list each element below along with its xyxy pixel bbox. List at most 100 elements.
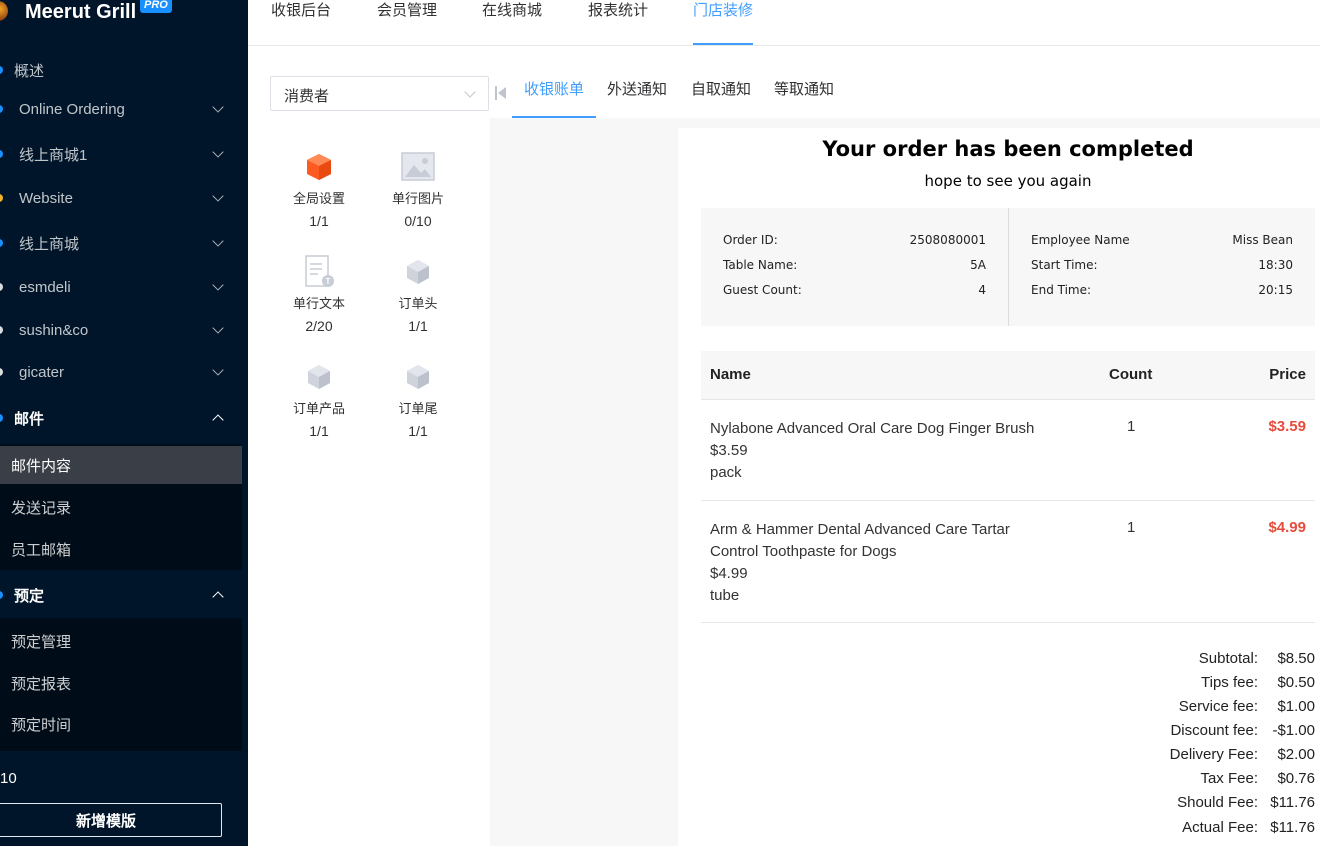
item-unit-price: $3.59 xyxy=(710,442,748,459)
end-time-label: End Time: xyxy=(1031,283,1092,297)
sidebar-item-label: 概述 xyxy=(14,62,45,80)
column-name: Name xyxy=(710,366,751,383)
chevron-down-icon xyxy=(212,322,224,334)
fee-value: $2.00 xyxy=(1277,746,1315,763)
sidebar-subitem-label: 预定时间 xyxy=(11,716,72,734)
store-icon xyxy=(0,368,3,376)
pro-badge: PRO xyxy=(140,0,172,13)
sidebar-group-reserve[interactable]: 预定 xyxy=(0,575,248,615)
sidebar-subitem-mail-content[interactable]: 邮件内容 xyxy=(0,446,242,484)
topnav-members[interactable]: 会员管理 xyxy=(377,0,437,22)
chevron-down-icon xyxy=(212,101,224,113)
order-id-value: 2508080001 xyxy=(909,233,986,247)
topnav-store-decoration[interactable]: 门店装修 xyxy=(693,0,754,45)
component-order-footer[interactable]: 订单尾 1/1 xyxy=(378,360,458,439)
sidebar-item-online-mall[interactable]: 线上商城 xyxy=(0,223,248,263)
globe-icon xyxy=(0,194,3,202)
new-template-button[interactable]: 新增模版 xyxy=(0,803,222,837)
chevron-down-icon xyxy=(464,86,476,98)
chevron-down-icon xyxy=(212,190,224,202)
dashboard-icon xyxy=(0,66,3,74)
sidebar-group-label: 邮件 xyxy=(14,410,45,428)
component-name: 单行图片 xyxy=(391,191,444,206)
table-name-label: Table Name: xyxy=(723,258,798,272)
cube-gray-icon xyxy=(401,360,435,394)
component-single-image[interactable]: 单行图片 0/10 xyxy=(378,150,458,229)
fee-label: Should Fee: xyxy=(1177,794,1258,811)
component-name: 单行文本 xyxy=(292,296,345,311)
sidebar-item-esmdeli[interactable]: esmdeli xyxy=(0,267,248,307)
guest-count-value: 4 xyxy=(978,283,986,297)
component-count: 0/10 xyxy=(404,213,432,229)
start-time-label: Start Time: xyxy=(1031,258,1098,272)
item-price: $3.59 xyxy=(1268,418,1306,435)
component-single-text[interactable]: T 单行文本 2/20 xyxy=(279,255,359,334)
sidebar-subitem-send-records[interactable]: 发送记录 xyxy=(0,488,242,526)
component-name: 订单尾 xyxy=(398,401,438,416)
fee-row-tips: Tips fee: $0.50 xyxy=(1108,674,1315,698)
fee-value: $8.50 xyxy=(1277,650,1315,667)
sidebar-subitem-reserve-manage[interactable]: 预定管理 xyxy=(0,622,242,660)
tab-pickup-notice[interactable]: 自取通知 xyxy=(679,70,763,118)
tab-scroll-prev-icon[interactable] xyxy=(495,86,507,100)
tab-waiting-notice[interactable]: 等取通知 xyxy=(762,70,846,118)
fee-value: -$1.00 xyxy=(1272,722,1315,739)
sidebar-item-sushinco[interactable]: sushin&co xyxy=(0,310,248,350)
item-details: Nylabone Advanced Oral Care Dog Finger B… xyxy=(710,418,1050,484)
order-id-label: Order ID: xyxy=(723,233,778,247)
table-row: Nylabone Advanced Oral Care Dog Finger B… xyxy=(701,401,1315,501)
sidebar-subitem-label: 员工邮箱 xyxy=(11,541,72,559)
guest-count-label: Guest Count: xyxy=(723,283,802,297)
chevron-down-icon xyxy=(212,364,224,376)
fee-label: Delivery Fee: xyxy=(1169,746,1258,763)
consumer-select[interactable]: 消费者 xyxy=(270,76,489,111)
sidebar-subitem-label: 邮件内容 xyxy=(11,457,72,475)
component-order-products[interactable]: 订单产品 1/1 xyxy=(279,360,359,439)
sidebar-item-overview[interactable]: 概述 xyxy=(0,50,248,90)
sidebar-item-online-mall-1[interactable]: 线上商城1 xyxy=(0,134,248,174)
mail-icon xyxy=(0,414,3,422)
tab-delivery-notice[interactable]: 外送通知 xyxy=(595,70,679,118)
reserve-submenu: 预定管理 预定报表 预定时间 xyxy=(0,618,242,751)
sidebar-item-label: 线上商城 xyxy=(19,235,80,253)
component-order-header[interactable]: 订单头 1/1 xyxy=(378,255,458,334)
items-table-header: Name Count Price xyxy=(701,351,1315,400)
fee-value: $11.76 xyxy=(1270,794,1315,811)
brand: Meerut Grill PRO xyxy=(0,0,248,26)
topnav-cashier[interactable]: 收银后台 xyxy=(271,0,331,22)
sidebar-item-label: 线上商城1 xyxy=(19,146,88,164)
sidebar-group-label: 预定 xyxy=(14,587,45,605)
column-count: Count xyxy=(1109,366,1153,383)
brand-logo xyxy=(0,1,8,21)
svg-text:T: T xyxy=(326,277,331,286)
topnav-reports[interactable]: 报表统计 xyxy=(588,0,648,22)
brand-name: Meerut Grill xyxy=(25,1,137,23)
cube-orange-icon xyxy=(302,150,336,184)
sidebar-group-mail[interactable]: 邮件 xyxy=(0,398,248,438)
item-unit: tube xyxy=(710,587,740,604)
consumer-select-value: 消费者 xyxy=(284,88,330,105)
receipt-preview[interactable]: Your order has been completed hope to se… xyxy=(678,128,1320,846)
chevron-up-icon xyxy=(212,414,224,426)
topnav-online-mall[interactable]: 在线商城 xyxy=(482,0,542,22)
sidebar-subitem-staff-mailbox[interactable]: 员工邮箱 xyxy=(0,530,242,568)
sidebar-item-website[interactable]: Website xyxy=(0,178,248,218)
sidebar-item-label: gicater xyxy=(19,363,65,381)
sidebar-subitem-reserve-report[interactable]: 预定报表 xyxy=(0,664,242,702)
chevron-down-icon xyxy=(212,279,224,291)
component-name: 订单头 xyxy=(398,296,438,311)
sidebar-item-label: sushin&co xyxy=(19,321,89,339)
store-icon xyxy=(0,105,3,113)
chevron-down-icon xyxy=(212,235,224,247)
sidebar-item-gicater[interactable]: gicater xyxy=(0,352,248,392)
component-count: 1/1 xyxy=(408,423,428,439)
fee-value: $0.50 xyxy=(1277,674,1315,691)
component-name: 全局设置 xyxy=(292,191,345,206)
sidebar-item-online-ordering[interactable]: Online Ordering xyxy=(0,89,248,129)
item-name-line-1: Arm & Hammer Dental Advanced Care Tartar xyxy=(710,521,1010,538)
component-count: 1/1 xyxy=(309,423,329,439)
tab-cashier-bill[interactable]: 收银账单 xyxy=(512,70,597,118)
component-global-settings[interactable]: 全局设置 1/1 xyxy=(279,150,359,229)
cube-gray-icon xyxy=(302,360,336,394)
sidebar-subitem-reserve-time[interactable]: 预定时间 xyxy=(0,705,242,743)
